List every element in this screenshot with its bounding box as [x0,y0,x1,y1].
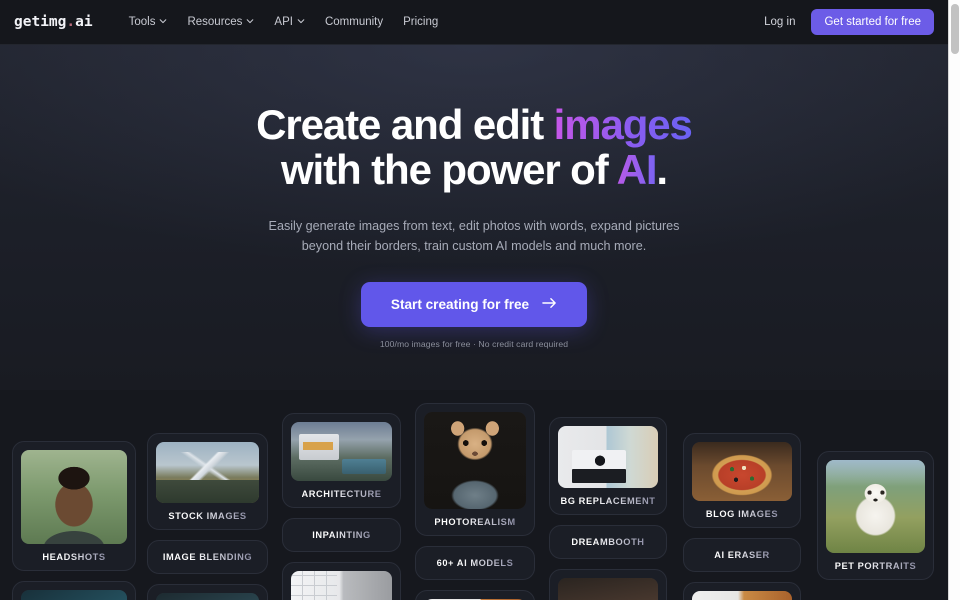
card-label: STOCK IMAGES [168,511,247,521]
get-started-button[interactable]: Get started for free [811,9,934,35]
cta-label: Start creating for free [390,297,530,312]
gallery-card-partial-1[interactable] [12,581,136,600]
card-label: DREAMBOOTH [571,537,645,547]
gallery-card-headshots[interactable]: HEADSHOTS [12,441,136,571]
gallery-card-inpainting[interactable]: INPAINTING [282,518,401,552]
gallery-column-7: PET PORTRAITS [817,451,948,580]
thumbnail-mountains [156,442,259,503]
card-label: ARCHITECTURE [301,489,382,499]
title-line-1: Create and edit images [0,102,948,147]
card-label: HEADSHOTS [42,552,106,562]
gallery-card-bg-replacement[interactable]: BG REPLACEMENT [549,417,667,515]
cta-note: 100/mo images for free · No credit card … [379,339,569,349]
thumbnail-teal-partial [21,590,127,600]
header-actions: Log in Get started for free [754,9,934,35]
page-viewport: getimg.ai Tools Resources API Community … [0,0,948,600]
title-accent-images: images [553,101,693,148]
gallery-card-ai-eraser[interactable]: AI ERASER [683,538,801,572]
logo-dot: . [66,14,76,30]
start-creating-button[interactable]: Start creating for free [360,282,588,327]
nav-item-pricing[interactable]: Pricing [393,10,448,34]
main-nav: Tools Resources API Community Pricing [119,10,449,34]
subtitle-line-2: beyond their borders, train custom AI mo… [301,239,647,253]
thumbnail-pizza [692,442,792,501]
page-scrollbar[interactable] [948,0,960,600]
gallery-card-partial-3[interactable] [282,562,401,600]
thumbnail-face-partial [558,578,658,600]
gallery-card-architecture[interactable]: ARCHITECTURE [282,413,401,508]
thumbnail-hamster [424,412,526,509]
card-label: BG REPLACEMENT [560,496,656,506]
thumbnail-food-partial [692,591,792,600]
showcase-gallery: HEADSHOTS STOCK IMAGES IMAGE BLENDING AR… [0,390,948,600]
gallery-card-ai-models[interactable]: 60+ AI MODELS [415,546,535,580]
nav-label: Community [324,16,384,28]
card-label: INPAINTING [312,530,371,540]
logo-suffix: ai [75,14,93,30]
title-line-2: with the power of AI. [0,147,948,192]
hero-subtitle: Easily generate images from text, edit p… [0,216,948,256]
card-label: AI ERASER [714,550,770,560]
hero-cta-wrapper: Start creating for free 100/mo images fo… [0,282,948,349]
gallery-card-partial-5[interactable] [549,569,667,600]
nav-label: API [274,16,293,28]
logo-text: getimg [14,14,67,30]
chevron-down-icon [159,17,167,25]
arrow-right-icon [542,297,557,312]
login-link[interactable]: Log in [754,10,805,34]
card-label: PET PORTRAITS [834,561,917,571]
gallery-card-image-blending[interactable]: IMAGE BLENDING [147,540,268,574]
thumbnail-dog [826,460,925,553]
thumbnail-camera-beach [558,426,658,488]
chevron-down-icon [246,17,254,25]
gallery-card-pet-portraits[interactable]: PET PORTRAITS [817,451,934,580]
gallery-card-partial-2[interactable] [147,584,268,600]
site-header: getimg.ai Tools Resources API Community … [0,0,948,45]
nav-label: Resources [187,16,243,28]
card-label: BLOG IMAGES [705,509,779,519]
chevron-down-icon [297,17,305,25]
nav-label: Tools [128,16,156,28]
thumbnail-portrait-man [21,450,127,544]
nav-item-api[interactable]: API [264,10,315,34]
logo[interactable]: getimg.ai [14,14,93,30]
card-label: IMAGE BLENDING [162,552,253,562]
title-plain-1: Create and edit [256,101,554,148]
thumbnail-room-partial [291,571,392,600]
page-title: Create and edit images with the power of… [0,102,948,192]
title-period: . [656,146,668,193]
card-label: PHOTOREALISM [434,517,516,527]
gallery-card-partial-6[interactable] [683,582,801,600]
thumbnail-dark-partial [156,593,259,600]
gallery-card-photorealism[interactable]: PHOTOREALISM [415,403,535,536]
nav-label: Pricing [403,16,439,28]
gallery-card-dreambooth[interactable]: DREAMBOOTH [549,525,667,559]
title-accent-ai: AI [616,146,658,193]
card-label: 60+ AI MODELS [436,558,514,568]
thumbnail-house [291,422,392,481]
gallery-card-partial-4[interactable] [415,590,535,600]
nav-item-resources[interactable]: Resources [177,10,264,34]
nav-item-community[interactable]: Community [315,10,393,34]
gallery-card-stock-images[interactable]: STOCK IMAGES [147,433,268,530]
hero-section: Create and edit images with the power of… [0,45,948,390]
gallery-card-blog-images[interactable]: BLOG IMAGES [683,433,801,528]
nav-item-tools[interactable]: Tools [119,10,178,34]
title-plain-2: with the power of [280,146,617,193]
scrollbar-thumb[interactable] [951,4,959,54]
subtitle-line-1: Easily generate images from text, edit p… [268,219,680,233]
